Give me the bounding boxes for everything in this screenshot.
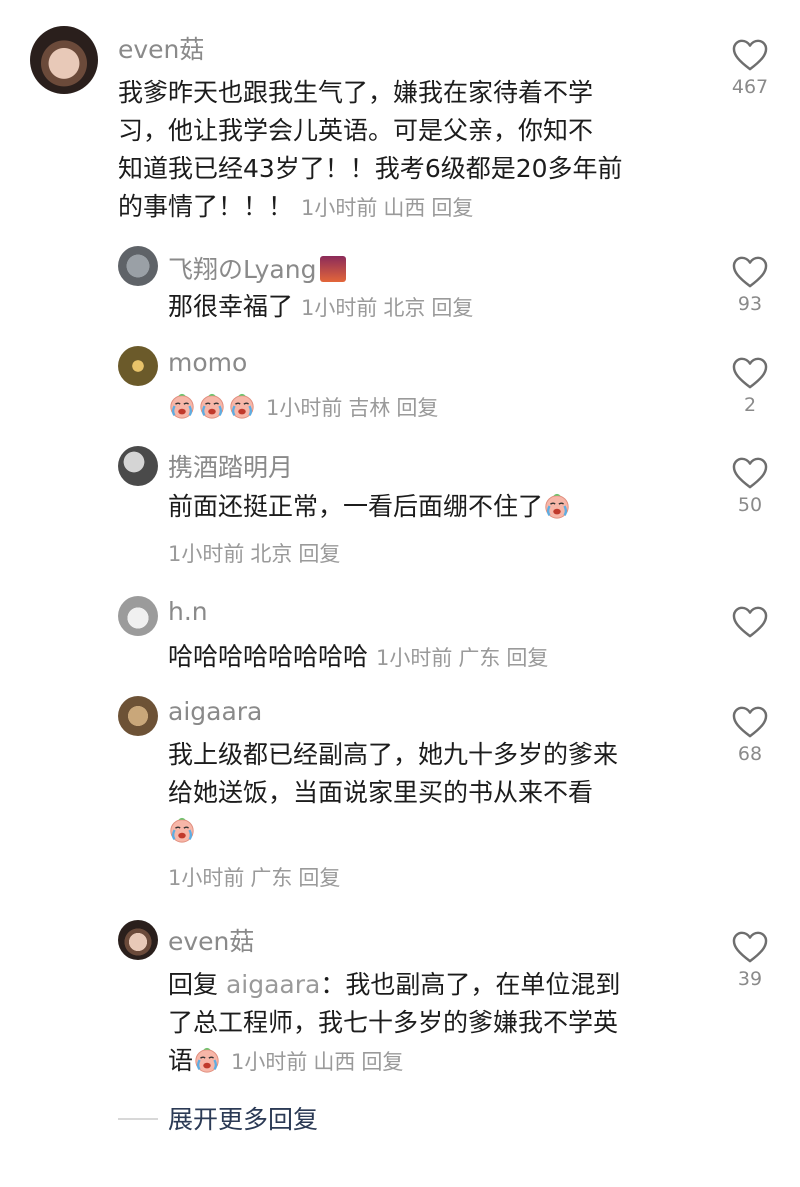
reply-line: 了总工程师，我七十多岁的爹嫌我不学英: [168, 1008, 619, 1037]
reply-username[interactable]: aigaara: [168, 697, 262, 726]
reply-meta: 1小时前 吉林 回复: [266, 396, 438, 420]
location: 北京: [250, 542, 293, 566]
avatar[interactable]: [118, 920, 158, 960]
crying-emoji-icon: [168, 392, 196, 420]
divider: [118, 1118, 158, 1120]
reply-to-user[interactable]: aigaara: [226, 970, 320, 999]
reply-meta: 1小时前 广东 回复: [376, 646, 548, 670]
location: 北京: [383, 296, 426, 320]
comment-line: 知道我已经43岁了！！我考6级都是20多年前: [118, 154, 623, 183]
reply-meta: 1小时前 山西 回复: [231, 1050, 403, 1074]
reply-button[interactable]: 回复: [506, 646, 548, 670]
like-count: 68: [737, 743, 763, 765]
comment-line-last: 的事情了！！！ 1小时前 山西 回复: [118, 188, 708, 227]
timestamp: 1小时前: [375, 646, 453, 670]
reply-line-last: 语 1小时前 山西 回复: [168, 1042, 708, 1081]
comment-line: 我爹昨天也跟我生气了，嫌我在家待着不学: [118, 78, 594, 107]
reply-button[interactable]: 回复: [431, 296, 473, 320]
sunset-emoji-icon: [320, 256, 347, 282]
avatar[interactable]: [118, 246, 158, 286]
reply-line: 我上级都已经副高了，她九十多岁的爹来: [168, 740, 619, 769]
crying-emoji-icon: [228, 392, 256, 420]
avatar[interactable]: [30, 26, 98, 94]
comment-line: 习，他让我学会儿英语。可是父亲，你知不: [118, 116, 594, 145]
reply-username[interactable]: momo: [168, 348, 247, 377]
reply-button[interactable]: 回复: [431, 196, 473, 220]
heart-icon[interactable]: [731, 38, 769, 72]
like-count: 93: [737, 293, 763, 315]
timestamp: 1小时前: [168, 866, 245, 890]
reply-button[interactable]: 回复: [396, 396, 438, 420]
reply-text-content: 哈哈哈哈哈哈哈哈: [168, 642, 369, 671]
reply-button[interactable]: 回复: [361, 1050, 403, 1074]
reply-text: 前面还挺正常，一看后面绷不住了: [168, 488, 573, 526]
like-button[interactable]: 2: [720, 356, 780, 416]
timestamp: 1小时前: [230, 1050, 308, 1074]
expand-more-replies[interactable]: 展开更多回复: [168, 1100, 318, 1136]
like-button[interactable]: 93: [720, 255, 780, 315]
like-button[interactable]: 68: [720, 705, 780, 765]
reply-meta: 1小时前 广东 回复: [168, 862, 340, 892]
like-button[interactable]: 50: [720, 456, 780, 516]
reply-username[interactable]: even菇: [168, 922, 254, 958]
like-button[interactable]: 467: [720, 38, 780, 98]
comment-text: 我爹昨天也跟我生气了，嫌我在家待着不学 习，他让我学会儿英语。可是父亲，你知不 …: [118, 74, 708, 227]
avatar[interactable]: [118, 696, 158, 736]
location: 广东: [458, 646, 501, 670]
reply-button[interactable]: 回复: [298, 542, 340, 566]
reply-username[interactable]: 飞翔のLyang: [168, 250, 347, 286]
reply-username[interactable]: 携酒踏明月: [168, 448, 293, 484]
heart-icon[interactable]: [731, 356, 769, 390]
reply-text: 1小时前 吉林 回复: [168, 388, 438, 427]
timestamp: 1小时前: [168, 542, 245, 566]
comment-line: 的事情了！！！: [118, 192, 294, 221]
crying-emoji-icon: [543, 492, 571, 520]
like-button[interactable]: [720, 605, 780, 643]
heart-icon[interactable]: [731, 705, 769, 739]
like-button[interactable]: 39: [720, 930, 780, 990]
heart-icon[interactable]: [731, 605, 769, 639]
heart-icon[interactable]: [731, 255, 769, 289]
reply-emoji-line: [168, 812, 708, 850]
location: 山西: [313, 1050, 356, 1074]
comment-meta: 1小时前 山西 回复: [301, 196, 473, 220]
comment-username[interactable]: even菇: [118, 30, 204, 66]
like-count: 39: [737, 968, 763, 990]
reply-text: 哈哈哈哈哈哈哈哈 1小时前 广东 回复: [168, 638, 548, 677]
avatar[interactable]: [118, 346, 158, 386]
timestamp: 1小时前: [300, 196, 378, 220]
heart-icon[interactable]: [731, 930, 769, 964]
reply-meta: 1小时前 北京 回复: [168, 538, 340, 568]
location: 山西: [383, 196, 426, 220]
reply-text: 回复 aigaara：我也副高了，在单位混到 了总工程师，我七十多岁的爹嫌我不学…: [168, 966, 708, 1081]
like-count: 2: [743, 394, 757, 416]
reply-text-content: 语: [168, 1046, 194, 1075]
location: 吉林: [348, 396, 391, 420]
avatar[interactable]: [118, 596, 158, 636]
reply-username[interactable]: h.n: [168, 597, 208, 626]
like-count: 50: [737, 494, 763, 516]
reply-prefix: 回复: [168, 970, 219, 999]
reply-text-content: 我也副高了，在单位混到: [345, 970, 621, 999]
avatar[interactable]: [118, 446, 158, 486]
reply-text: 我上级都已经副高了，她九十多岁的爹来 给她送饭，当面说家里买的书从来不看: [168, 736, 708, 850]
like-count: 467: [731, 76, 769, 98]
reply-button[interactable]: 回复: [298, 866, 340, 890]
reply-line: 给她送饭，当面说家里买的书从来不看: [168, 778, 594, 807]
reply-text: 那很幸福了 1小时前 北京 回复: [168, 288, 473, 327]
crying-emoji-icon: [168, 816, 196, 844]
timestamp: 1小时前: [300, 296, 378, 320]
reply-text-content: 前面还挺正常，一看后面绷不住了: [168, 492, 544, 521]
reply-username-text[interactable]: 飞翔のLyang: [168, 255, 316, 284]
crying-emoji-icon: [193, 1046, 221, 1074]
reply-meta: 1小时前 北京 回复: [301, 296, 473, 320]
location: 广东: [250, 866, 293, 890]
crying-emoji-icon: [198, 392, 226, 420]
heart-icon[interactable]: [731, 456, 769, 490]
reply-line: 回复 aigaara：我也副高了，在单位混到: [168, 970, 621, 999]
timestamp: 1小时前: [265, 396, 343, 420]
reply-text-content: 那很幸福了: [168, 292, 294, 321]
